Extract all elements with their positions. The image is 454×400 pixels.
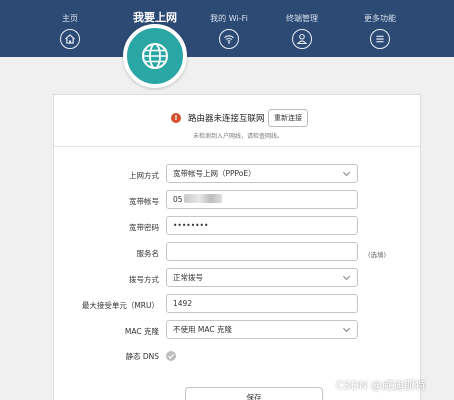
status-hint: 未检测到入户网线，请检查网线。: [192, 133, 283, 140]
dial-mode-select[interactable]: 正常拨号: [166, 268, 358, 287]
top-navigation: 主页 我的 Wi-Fi 终端管理 更多功能 我要上网: [0, 0, 454, 57]
status-message: 路由器未连接互联网: [188, 114, 265, 124]
chevron-down-icon: [342, 325, 351, 334]
optional-hint: (选填): [368, 251, 387, 259]
nav-internet-label: 我要上网: [133, 11, 177, 24]
nav-more-features[interactable]: 更多功能: [350, 0, 410, 49]
divider: [54, 146, 420, 147]
internet-settings-panel: ! 路由器未连接互联网 重新连接 未检测到入户网线，请检查网线。 上网方式 宽带…: [53, 94, 421, 400]
dial-mode-label: 拨号方式: [129, 275, 159, 284]
password-input[interactable]: ••••••••: [166, 216, 358, 235]
static-dns-label: 静态 DNS: [125, 352, 159, 361]
mru-label: 最大接受单元（MRU）: [81, 301, 159, 310]
chevron-down-icon: [342, 273, 351, 282]
nav-home[interactable]: 主页: [40, 0, 100, 49]
nav-home-label: 主页: [62, 14, 78, 23]
nav-my-wifi-label: 我的 Wi-Fi: [210, 14, 248, 23]
mru-input[interactable]: 1492: [166, 294, 358, 313]
warning-icon: !: [171, 113, 181, 123]
connection-type-label: 上网方式: [129, 171, 159, 180]
nav-my-wifi[interactable]: 我的 Wi-Fi: [199, 0, 259, 49]
watermark: CSDN @威迪斯特: [336, 379, 426, 392]
connection-type-value: 宽带帐号上网（PPPoE）: [173, 169, 256, 178]
menu-icon: [370, 29, 390, 49]
account-input[interactable]: 05: [166, 190, 358, 209]
connection-type-select[interactable]: 宽带帐号上网（PPPoE）: [166, 164, 358, 183]
chevron-down-icon: [342, 169, 351, 178]
globe-icon: [142, 43, 168, 69]
service-name-input[interactable]: [166, 242, 358, 261]
account-label: 宽带帐号: [129, 197, 159, 206]
service-name-label: 服务名: [136, 249, 160, 258]
password-label: 宽带密码: [129, 223, 159, 232]
home-icon: [60, 29, 80, 49]
nav-device-management-label: 终端管理: [286, 14, 318, 23]
check-icon: [168, 353, 175, 359]
user-icon: [292, 29, 312, 49]
mac-clone-label: MAC 克隆: [124, 327, 159, 336]
nav-internet[interactable]: [123, 24, 187, 88]
wifi-icon: [219, 29, 239, 49]
dial-mode-value: 正常拨号: [173, 273, 203, 282]
mac-clone-value: 不使用 MAC 克隆: [173, 325, 232, 334]
account-value: 05: [173, 195, 183, 204]
static-dns-toggle[interactable]: [166, 351, 176, 361]
nav-device-management[interactable]: 终端管理: [272, 0, 332, 49]
redacted-blur: [183, 194, 222, 203]
save-button[interactable]: 保存: [185, 387, 323, 400]
password-value: ••••••••: [173, 221, 209, 230]
mac-clone-select[interactable]: 不使用 MAC 克隆: [166, 320, 358, 339]
nav-more-features-label: 更多功能: [364, 14, 396, 23]
connection-status: ! 路由器未连接互联网 重新连接: [54, 109, 422, 129]
reconnect-button[interactable]: 重新连接: [268, 109, 308, 127]
mru-value: 1492: [173, 299, 193, 308]
